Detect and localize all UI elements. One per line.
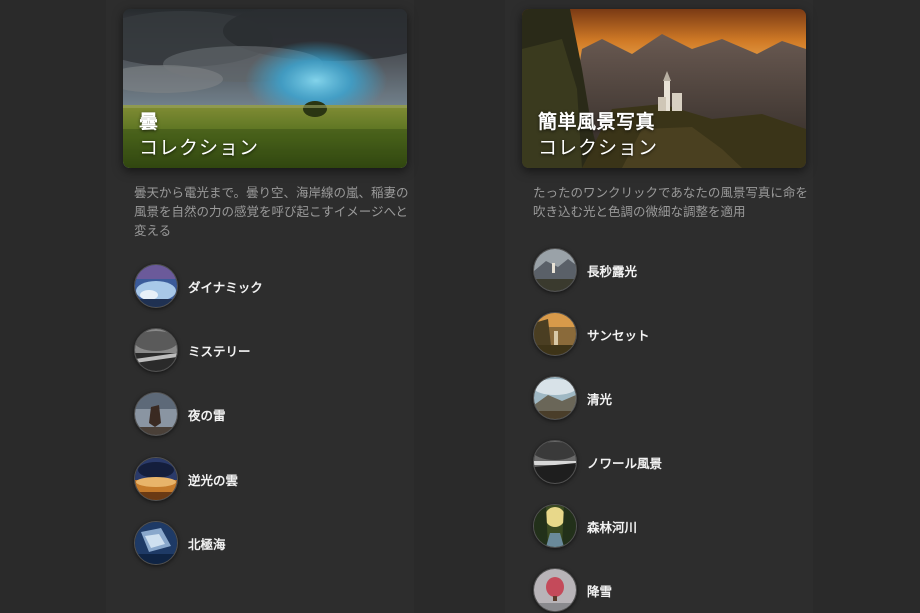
- clear-light-thumbnail: [533, 376, 577, 420]
- hero-subtitle: コレクション: [139, 137, 260, 159]
- backlit-clouds-thumbnail: [134, 457, 178, 501]
- preset-noir-landscape[interactable]: ノワール風景: [533, 440, 793, 484]
- preset-forest-river[interactable]: 森林河川: [533, 504, 793, 548]
- preset-night-thunder[interactable]: 夜の雷: [134, 392, 394, 436]
- preset-sunset[interactable]: サンセット: [533, 312, 793, 356]
- preset-mystery[interactable]: ミステリー: [134, 328, 394, 372]
- collection-description: 曇天から電光まで。曇り空、海岸線の嵐、稲妻の風景を自然の力の感覚を呼び起こすイメ…: [134, 185, 409, 238]
- preset-label: 清光: [587, 391, 613, 407]
- collection-description: たったのワンクリックであなたの風景写真に命を吹き込む光と色調の微細な調整を適用: [533, 185, 808, 219]
- clouds-collection-hero[interactable]: 曇 コレクション: [123, 9, 407, 168]
- preset-label: 森林河川: [587, 519, 638, 535]
- hero-subtitle: コレクション: [538, 137, 659, 159]
- night-thunder-thumbnail: [134, 392, 178, 436]
- preset-snowfall[interactable]: 降雪: [533, 568, 793, 612]
- preset-label: サンセット: [587, 327, 650, 343]
- sunset-thumbnail: [533, 312, 577, 356]
- preset-label: ミステリー: [188, 343, 251, 359]
- preset-arctic-ocean[interactable]: 北極海: [134, 521, 394, 565]
- clouds-collection-panel: 曇 コレクション 曇天から電光まで。曇り空、海岸線の嵐、稲妻の風景を自然の力の感…: [106, 0, 414, 613]
- preset-clear-light[interactable]: 清光: [533, 376, 793, 420]
- arctic-ocean-thumbnail: [134, 521, 178, 565]
- forest-river-thumbnail: [533, 504, 577, 548]
- preset-backlit-clouds[interactable]: 逆光の雲: [134, 457, 394, 501]
- noir-landscape-thumbnail: [533, 440, 577, 484]
- preset-label: ダイナミック: [188, 279, 263, 295]
- easy-landscape-collection-panel: 簡単風景写真 コレクション たったのワンクリックであなたの風景写真に命を吹き込む…: [505, 0, 813, 613]
- preset-label: ノワール風景: [587, 455, 663, 471]
- easy-landscape-collection-hero[interactable]: 簡単風景写真 コレクション: [522, 9, 806, 168]
- preset-label: 降雪: [587, 583, 613, 599]
- preset-label: 長秒露光: [587, 263, 638, 279]
- preset-label: 北極海: [188, 536, 226, 552]
- hero-title: 簡単風景写真: [538, 111, 656, 133]
- dynamic-thumbnail: [134, 264, 178, 308]
- snowfall-thumbnail: [533, 568, 577, 612]
- hero-title: 曇: [139, 111, 159, 133]
- preset-label: 夜の雷: [188, 407, 226, 423]
- preset-label: 逆光の雲: [188, 472, 239, 488]
- mystery-thumbnail: [134, 328, 178, 372]
- preset-long-exposure[interactable]: 長秒露光: [533, 248, 793, 292]
- long-exposure-thumbnail: [533, 248, 577, 292]
- preset-dynamic[interactable]: ダイナミック: [134, 264, 394, 308]
